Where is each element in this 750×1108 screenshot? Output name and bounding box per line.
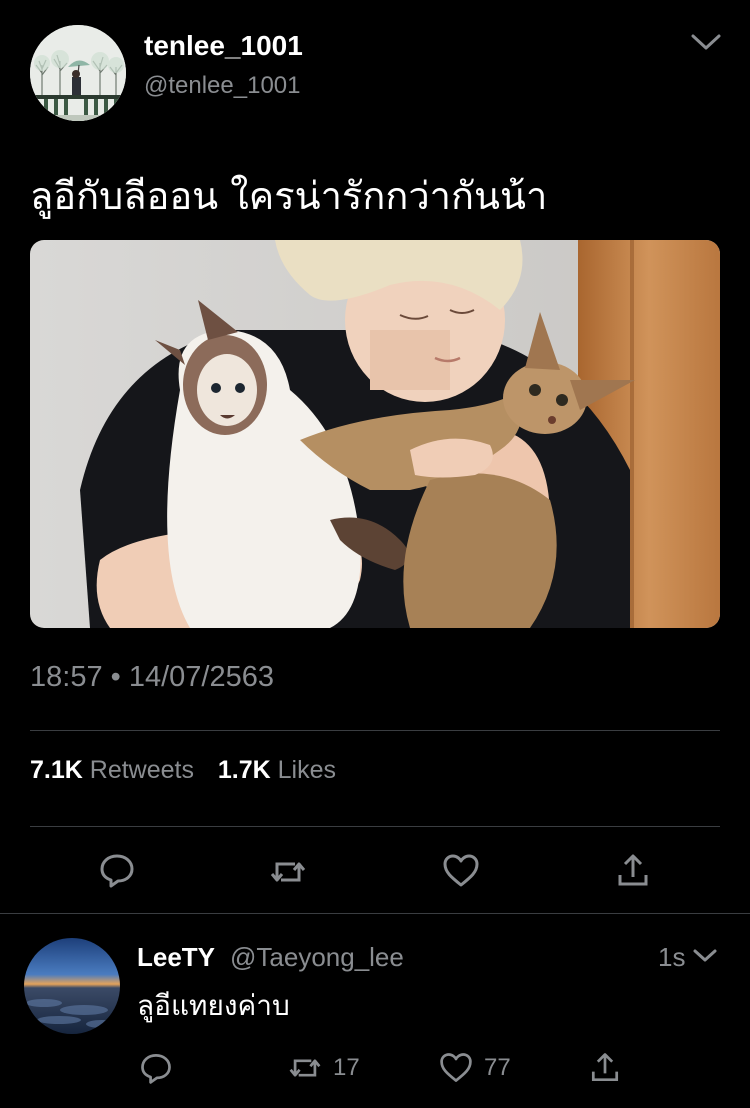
reply-icon[interactable] [97,850,137,890]
reply-time: 1s [658,942,686,972]
reply-like-count: 77 [484,1054,511,1081]
like-icon[interactable] [438,1050,474,1086]
author-display-name[interactable]: tenlee_1001 [144,30,303,62]
share-icon[interactable] [613,851,653,891]
retweets-count[interactable]: 7.1K [30,756,83,784]
tweet-photo[interactable] [30,240,720,628]
chevron-down-icon[interactable] [692,946,718,966]
retweet-icon[interactable] [287,1050,323,1086]
likes-count[interactable]: 1.7K [218,756,271,784]
share-icon[interactable] [587,1050,623,1086]
reply-retweet-count: 17 [333,1054,360,1081]
reply-display-name[interactable]: LeeTY [137,942,215,973]
chevron-down-icon[interactable] [688,28,724,56]
tweet-detail-screen: tenlee_1001 @tenlee_1001 ลูอีกับลีออน ใค… [0,0,750,1108]
retweets-label[interactable]: Retweets [90,756,194,784]
divider [30,826,720,827]
likes-label[interactable]: Likes [278,756,336,784]
divider [0,913,750,914]
author-handle[interactable]: @tenlee_1001 [144,72,301,100]
tweet-text: ลูอีกับลีออน ใครน่ารักกว่ากันน้า [30,174,548,218]
reply-text: ลูอีแทยงค่าบ [137,989,290,1022]
reply-icon[interactable] [138,1050,174,1086]
divider [30,730,720,731]
retweet-icon[interactable] [268,852,308,892]
tweet-stats: 7.1K Retweets 1.7K Likes [30,756,336,785]
author-avatar[interactable] [30,25,126,121]
reply-avatar[interactable] [24,938,120,1034]
tweet-timestamp: 18:57 • 14/07/2563 [30,661,274,693]
like-icon[interactable] [441,851,481,891]
reply-handle[interactable]: @Taeyong_lee [230,942,404,973]
